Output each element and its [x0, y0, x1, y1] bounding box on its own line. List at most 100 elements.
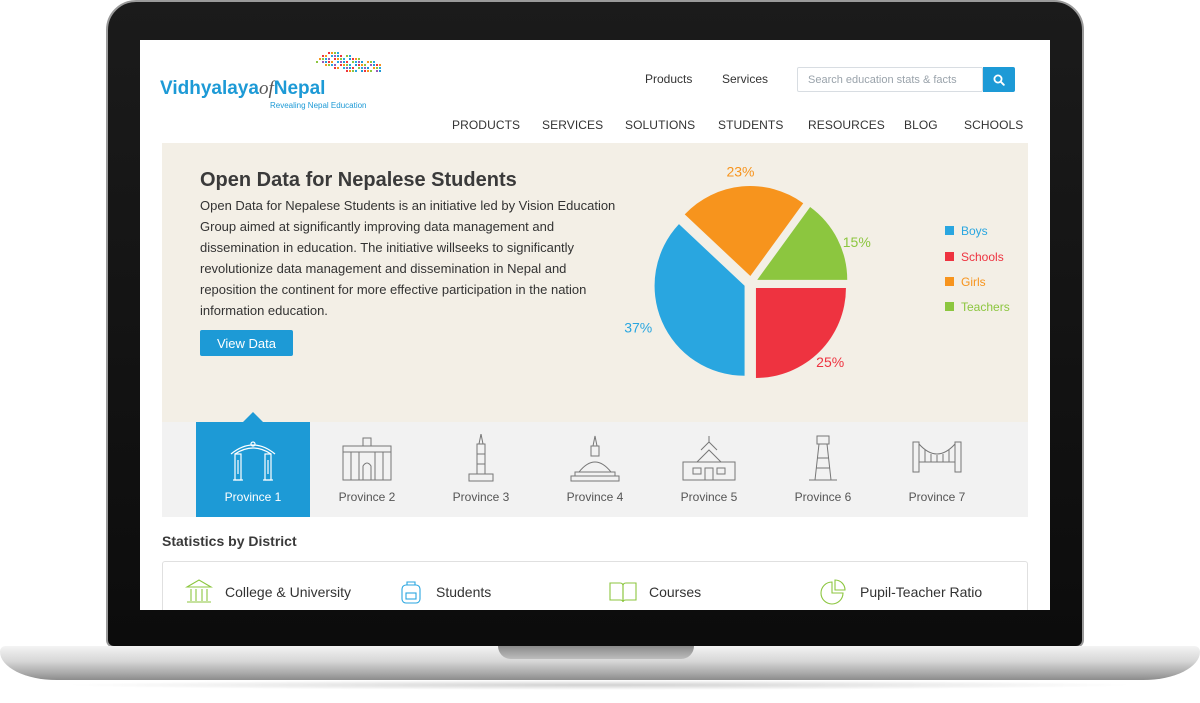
pie-label-boys: 37% — [624, 319, 652, 335]
nav-products[interactable]: PRODUCTS — [452, 118, 520, 132]
logo-dot — [379, 64, 381, 66]
logo-dot — [328, 61, 330, 63]
logo-dot — [358, 64, 360, 66]
top-link-products[interactable]: Products — [645, 72, 692, 86]
logo-dot — [373, 64, 375, 66]
book-icon — [609, 582, 637, 603]
logo-dot — [376, 70, 378, 72]
hero-banner: Open Data for Nepalese Students Open Dat… — [162, 143, 1028, 422]
temple-icon — [682, 436, 736, 481]
logo-dot — [337, 52, 339, 54]
logo-dot — [373, 61, 375, 63]
search-button[interactable] — [983, 67, 1015, 92]
nav-solutions[interactable]: SOLUTIONS — [625, 118, 695, 132]
logo-dot — [337, 61, 339, 63]
logo-dot — [319, 58, 321, 60]
logo-dot — [340, 55, 342, 57]
logo-dot — [322, 61, 324, 63]
logo-dot — [346, 55, 348, 57]
logo-dot — [349, 70, 351, 72]
pie-chart: 37% 25% 23% 15% — [624, 163, 871, 378]
logo-dot — [331, 52, 333, 54]
search-input[interactable]: Search education stats & facts — [797, 67, 983, 92]
logo-dot — [340, 61, 342, 63]
logo-dot — [379, 67, 381, 69]
bridge-icon — [912, 441, 962, 473]
legend-label-teachers: Teachers — [961, 300, 1010, 314]
legend-boys: Boys — [945, 224, 988, 238]
province-label: Province 5 — [680, 490, 738, 504]
logo-dot — [361, 64, 363, 66]
logo-dot — [334, 67, 336, 69]
pie-label-schools: 25% — [816, 354, 844, 370]
lighthouse-icon — [809, 435, 837, 481]
legend-label-schools: Schools — [961, 250, 1004, 264]
logo-brand: Vidhyalaya — [160, 78, 259, 99]
province-label: Province 6 — [794, 490, 852, 504]
laptop-screen: VidhyalayaofNepal Revealing Nepal Educat… — [140, 40, 1050, 610]
stat-college-university[interactable]: College & University — [225, 584, 351, 600]
logo-dot — [322, 58, 324, 60]
top-link-services[interactable]: Services — [722, 72, 768, 86]
logo-dot — [370, 64, 372, 66]
tab-province-7[interactable]: Province 7 — [880, 422, 994, 517]
stat-pupil-teacher-ratio[interactable]: Pupil-Teacher Ratio — [860, 584, 982, 600]
logo-dot — [367, 67, 369, 69]
tab-province-5[interactable]: Province 5 — [652, 422, 766, 517]
logo-dot — [370, 70, 372, 72]
pie-label-girls: 23% — [726, 163, 754, 179]
logo-wordmark: VidhyalayaofNepal — [160, 78, 325, 100]
logo-dot — [364, 64, 366, 66]
logo-dot — [370, 61, 372, 63]
tab-province-4[interactable]: Province 4 — [538, 422, 652, 517]
logo-dot — [373, 67, 375, 69]
logo-of: of — [258, 78, 274, 99]
search-icon — [993, 74, 1005, 86]
logo-dot — [334, 58, 336, 60]
logo-dot — [361, 67, 363, 69]
nav-resources[interactable]: RESOURCES — [808, 118, 885, 132]
laptop-shadow — [60, 680, 1140, 690]
statistics-panel: College & University Students Courses Pu… — [162, 561, 1028, 610]
site-logo[interactable]: VidhyalayaofNepal Revealing Nepal Educat… — [160, 50, 390, 114]
active-tab-arrow — [243, 412, 263, 422]
logo-dot — [349, 67, 351, 69]
legend-girls: Girls — [945, 275, 986, 289]
backpack-icon — [401, 581, 421, 604]
logo-dot — [367, 70, 369, 72]
logo-dot — [325, 55, 327, 57]
logo-dot — [349, 58, 351, 60]
logo-dot — [355, 61, 357, 63]
tab-province-3[interactable]: Province 3 — [424, 422, 538, 517]
province-label: Province 1 — [224, 490, 282, 504]
nav-services[interactable]: SERVICES — [542, 118, 603, 132]
tab-province-6[interactable]: Province 6 — [766, 422, 880, 517]
stat-courses[interactable]: Courses — [649, 584, 701, 600]
logo-dot — [352, 58, 354, 60]
legend-label-girls: Girls — [961, 275, 986, 289]
tab-province-2[interactable]: Province 2 — [310, 422, 424, 517]
legend-label-boys: Boys — [961, 224, 988, 238]
logo-dot — [358, 58, 360, 60]
nav-schools[interactable]: SCHOOLS — [964, 118, 1023, 132]
nav-students[interactable]: STUDENTS — [718, 118, 783, 132]
logo-dot — [334, 55, 336, 57]
stupa-icon — [570, 435, 620, 482]
logo-dot — [331, 61, 333, 63]
logo-dot — [328, 58, 330, 60]
logo-dot — [355, 58, 357, 60]
statistics-title: Statistics by District — [162, 533, 297, 549]
logo-dot — [343, 58, 345, 60]
stat-students[interactable]: Students — [436, 584, 491, 600]
nav-blog[interactable]: BLOG — [904, 118, 938, 132]
logo-dot — [328, 64, 330, 66]
logo-dot — [316, 61, 318, 63]
logo-dot — [346, 61, 348, 63]
gate-icon — [230, 441, 276, 481]
palace-icon — [342, 437, 392, 481]
logo-dot — [346, 70, 348, 72]
logo-dot — [343, 67, 345, 69]
legend-swatch-schools — [945, 252, 954, 261]
tab-province-1[interactable]: Province 1 — [196, 412, 310, 517]
logo-dot — [343, 64, 345, 66]
